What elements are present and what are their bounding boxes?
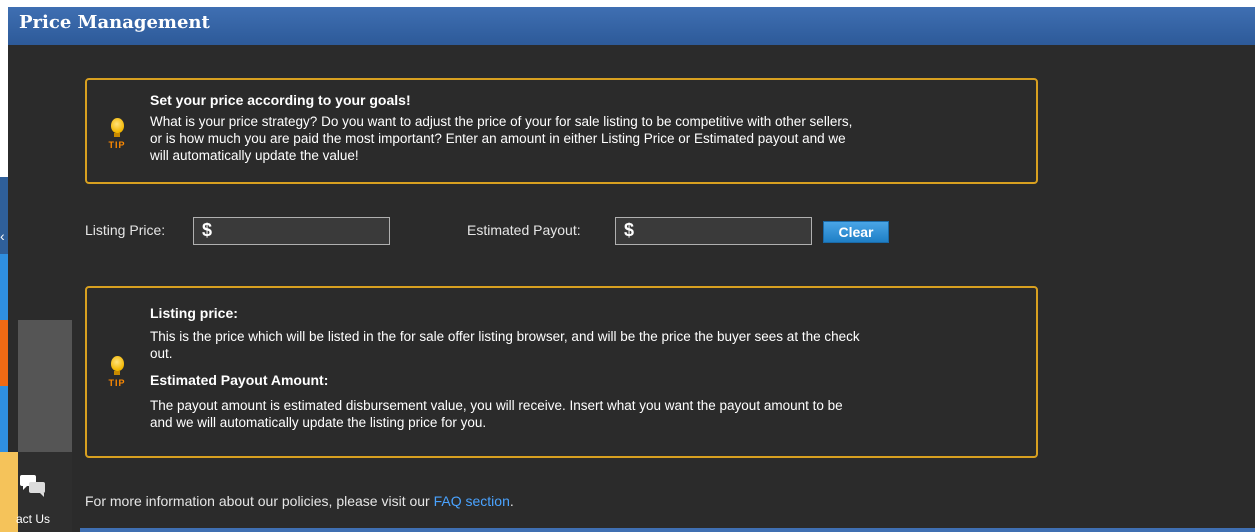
tip-line: or is how much you are paid the most imp… — [150, 131, 846, 146]
listing-price-label: Listing Price: — [85, 222, 166, 238]
estimated-payout-input[interactable] — [640, 220, 810, 244]
contact-us-label: act Us — [16, 512, 51, 526]
tip-line: What is your price strategy? Do you want… — [150, 114, 853, 129]
tip-line: The payout amount is estimated disbursem… — [150, 398, 843, 413]
pricing-goals-tip: TIP Set your price according to your goa… — [85, 78, 1038, 184]
pricing-definitions-tip: TIP Listing price: This is the price whi… — [85, 286, 1038, 458]
tip-line: will automatically update the value! — [150, 148, 359, 163]
tip-line: out. — [150, 346, 173, 361]
payout-heading: Estimated Payout Amount: — [150, 372, 329, 388]
estimated-payout-label: Estimated Payout: — [467, 222, 581, 238]
listing-price-input[interactable] — [218, 220, 388, 244]
listing-price-heading: Listing price: — [150, 305, 238, 321]
price-management-dialog: Price Management TIP Set your price acco… — [8, 7, 1255, 532]
tip-heading: Set your price according to your goals! — [150, 92, 411, 108]
dollar-sign: $ — [202, 220, 213, 240]
faq-link[interactable]: FAQ section — [434, 493, 510, 509]
lightbulb-icon: TIP — [107, 356, 127, 388]
lightbulb-icon: TIP — [107, 118, 127, 150]
dialog-bottom-border — [80, 528, 1255, 532]
chat-bubbles-icon — [20, 475, 45, 497]
clear-button[interactable]: Clear — [823, 221, 889, 243]
dollar-sign: $ — [624, 220, 635, 240]
collapse-arrow-icon[interactable]: ‹ — [0, 228, 5, 244]
policy-text: For more information about our policies,… — [85, 493, 434, 509]
sidebar-panel — [18, 320, 72, 452]
dialog-title: Price Management — [19, 12, 210, 33]
policy-suffix: . — [509, 493, 514, 509]
tip-label: TIP — [108, 140, 126, 150]
tip-label: TIP — [108, 378, 126, 388]
policy-info-text: For more information about our policies,… — [85, 493, 514, 509]
dialog-titlebar: Price Management — [8, 7, 1255, 45]
tip-content: Listing price: This is the price which w… — [150, 305, 1020, 431]
tip-line: This is the price which will be listed i… — [150, 329, 860, 344]
listing-price-field[interactable]: $ — [193, 217, 390, 245]
tip-content: Set your price according to your goals! … — [150, 92, 1020, 164]
tip-line: and we will automatically update the lis… — [150, 415, 487, 430]
estimated-payout-field[interactable]: $ — [615, 217, 812, 245]
